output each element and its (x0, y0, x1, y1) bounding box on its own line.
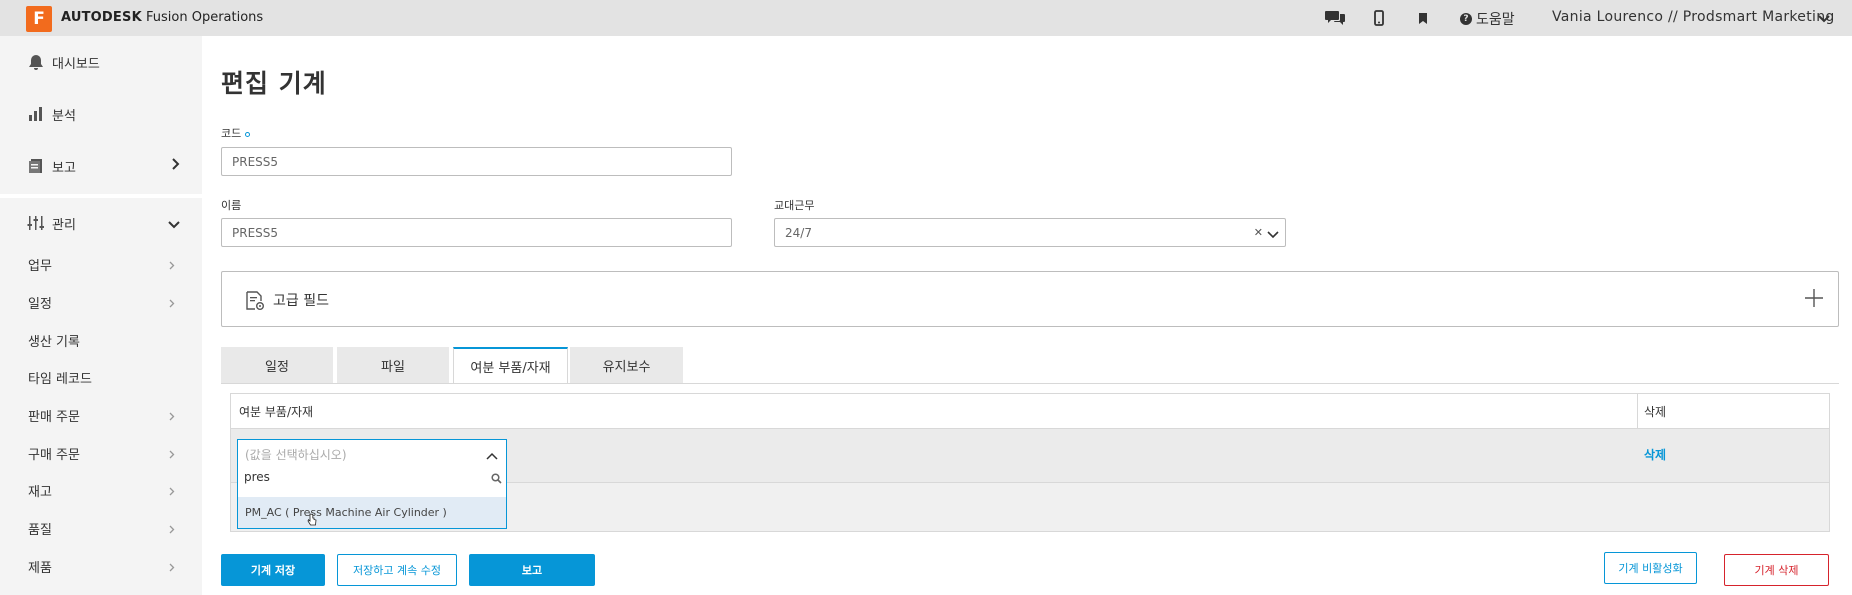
sidebar-sub-sales-orders[interactable]: 판매 주문 (0, 400, 202, 430)
sidebar-sub-label: 구매 주문 (28, 447, 80, 463)
sliders-icon (27, 214, 45, 232)
sidebar-sub-inventory[interactable]: 재고 (0, 475, 202, 505)
search-icon (491, 473, 502, 488)
sidebar-item-reports[interactable]: 보고 (0, 140, 202, 192)
sidebar-sub-label: 품질 (28, 522, 52, 538)
dropdown-search-input[interactable]: pres (244, 470, 500, 490)
sidebar-sub-label: 제품 (28, 560, 52, 576)
code-input[interactable]: PRESS5 (221, 147, 732, 176)
sidebar-item-label: 관리 (52, 217, 76, 233)
brand-bold: AUTODESK (61, 10, 142, 25)
advanced-fields-panel[interactable]: 고급 필드 (221, 271, 1839, 327)
chevron-right-icon (169, 259, 175, 274)
advanced-fields-label: 고급 필드 (273, 293, 329, 309)
chevron-right-icon (172, 158, 180, 174)
fusion-logo-icon[interactable]: F (26, 6, 52, 32)
help-label: 도움말 (1476, 12, 1515, 28)
page-title: 편집 기계 (221, 69, 327, 98)
sidebar-sub-label: 업무 (28, 258, 52, 274)
sidebar-sub-quality[interactable]: 품질 (0, 513, 202, 543)
sidebar-sub-label: 일정 (28, 296, 52, 312)
sidebar-sub-production-records[interactable]: 생산 기록 (0, 325, 202, 355)
tab-schedule[interactable]: 일정 (221, 347, 333, 383)
tab-spare-parts[interactable]: 여분 부품/자재 (453, 347, 568, 383)
chevron-right-icon (169, 448, 175, 463)
tab-maintenance[interactable]: 유지보수 (570, 347, 683, 383)
sidebar-sub-label: 판매 주문 (28, 409, 80, 425)
save-machine-button[interactable]: 기계 저장 (221, 554, 325, 586)
code-label-text: 코드 (221, 127, 242, 140)
bell-icon (27, 53, 45, 71)
chevron-right-icon (169, 485, 175, 500)
chevron-right-icon (169, 297, 175, 312)
chevron-down-icon[interactable] (1818, 12, 1830, 27)
shift-label: 교대근무 (774, 199, 815, 212)
chevron-down-icon (168, 218, 180, 233)
sidebar-sub-schedule[interactable]: 일정 (0, 287, 202, 317)
sidebar-item-management[interactable]: 관리 (0, 198, 202, 248)
sidebar: 대시보드 분석 보고 관리 업무 일정 생산 기록 타임 레코드 판매 주문 구… (0, 36, 202, 595)
sidebar-item-dashboard[interactable]: 대시보드 (0, 36, 202, 88)
sidebar-sub-label: 생산 기록 (28, 334, 80, 350)
report-button[interactable]: 보고 (469, 554, 595, 586)
delete-machine-button[interactable]: 기계 삭제 (1724, 554, 1829, 586)
user-menu[interactable]: Vania Lourenco // Prodsmart Marketing (1552, 9, 1835, 25)
settings-document-icon (244, 290, 266, 316)
help-link[interactable]: ? 도움말 (1460, 9, 1515, 29)
sidebar-sub-purchase-orders[interactable]: 구매 주문 (0, 438, 202, 468)
name-input[interactable]: PRESS5 (221, 218, 732, 247)
tab-files[interactable]: 파일 (337, 347, 449, 383)
sidebar-sub-tasks[interactable]: 업무 (0, 249, 202, 279)
shift-select[interactable]: 24/7 ✕ (774, 218, 1286, 247)
sidebar-sub-label: 재고 (28, 484, 52, 500)
sidebar-sub-label: 타임 레코드 (28, 371, 92, 387)
dropdown-placeholder: (값을 선택하십시오) (245, 448, 347, 462)
deactivate-machine-button[interactable]: 기계 비활성화 (1604, 552, 1697, 584)
bookmark-icon[interactable] (1412, 8, 1434, 28)
dropdown-option[interactable]: PM_AC ( Press Machine Air Cylinder ) (238, 497, 506, 528)
plus-icon[interactable] (1804, 288, 1824, 312)
sidebar-item-label: 보고 (52, 160, 76, 176)
shift-select-value: 24/7 (785, 225, 812, 240)
sidebar-item-label: 분석 (52, 108, 76, 124)
sidebar-item-analytics[interactable]: 분석 (0, 88, 202, 140)
mobile-icon[interactable] (1368, 8, 1390, 28)
column-header-parts: 여분 부품/자재 (231, 394, 1637, 428)
required-indicator-icon (245, 131, 251, 137)
report-icon (27, 157, 45, 175)
mouse-cursor-icon (307, 513, 317, 530)
chevron-right-icon (169, 410, 175, 425)
clear-icon[interactable]: ✕ (1254, 226, 1263, 239)
chevron-up-icon[interactable] (486, 449, 498, 464)
sidebar-sub-time-records[interactable]: 타임 레코드 (0, 362, 202, 392)
help-icon: ? (1460, 13, 1472, 25)
part-select-dropdown[interactable]: (값을 선택하십시오) pres PM_AC ( Press Machine A… (237, 439, 507, 529)
sidebar-sub-products[interactable]: 제품 (0, 551, 202, 581)
brand-rest: Fusion Operations (141, 10, 264, 25)
top-bar: F AUTODESK Fusion Operations ? 도움말 Vania… (0, 0, 1852, 36)
save-and-continue-button[interactable]: 저장하고 계속 수정 (337, 554, 457, 586)
delete-row-link[interactable]: 삭제 (1644, 446, 1666, 463)
column-header-delete: 삭제 (1638, 394, 1829, 428)
chat-icon[interactable] (1324, 8, 1346, 28)
brand-name: AUTODESK Fusion Operations (61, 10, 263, 25)
chevron-right-icon (169, 523, 175, 538)
sidebar-item-label: 대시보드 (52, 56, 100, 72)
name-label: 이름 (221, 199, 242, 212)
code-label: 코드 (221, 125, 251, 141)
tab-underline (221, 383, 1839, 384)
bar-chart-icon (27, 105, 45, 123)
chevron-down-icon[interactable] (1267, 228, 1279, 242)
chevron-right-icon (169, 561, 175, 576)
